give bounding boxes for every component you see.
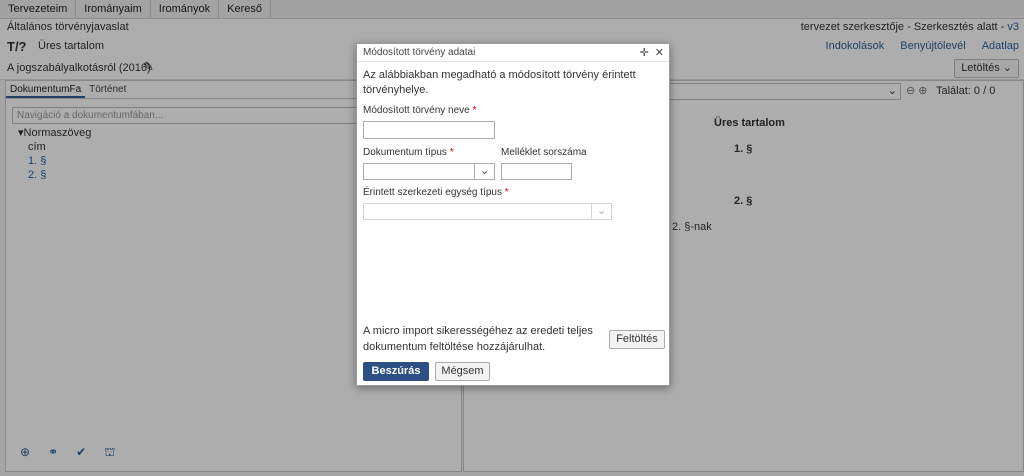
modified-law-dialog: Módosított törvény adatai ✛ ✕ Az alábbia… [356, 43, 670, 386]
chevron-down-icon: ⌄ [591, 204, 611, 219]
annex-label: Melléklet sorszáma [501, 147, 587, 158]
required-mark: * [504, 187, 509, 198]
dialog-header-icons: ✛ ✕ [640, 46, 664, 59]
import-note: A micro import sikerességéhez az eredeti… [363, 325, 593, 353]
doc-type-select[interactable]: ⌄ [363, 163, 495, 180]
cancel-button[interactable]: Mégsem [435, 362, 490, 381]
dialog-header: Módosított törvény adatai ✛ ✕ [357, 44, 669, 62]
dialog-intro: Az alábbiakban megadható a módosított tö… [363, 69, 636, 96]
annex-number-input[interactable] [501, 163, 572, 180]
move-icon[interactable]: ✛ [640, 46, 649, 59]
insert-button[interactable]: Beszúrás [363, 362, 429, 381]
required-mark: * [472, 105, 477, 116]
close-icon[interactable]: ✕ [655, 46, 664, 59]
upload-button[interactable]: Feltöltés [609, 330, 665, 349]
dialog-title: Módosított törvény adatai [363, 47, 476, 58]
chevron-down-icon: ⌄ [474, 164, 494, 179]
law-name-label: Módosított törvény neve * [363, 105, 477, 116]
required-mark: * [449, 147, 454, 158]
doc-type-label: Dokumentum típus * [363, 147, 454, 158]
law-name-input[interactable] [363, 121, 495, 139]
unit-type-select[interactable]: ⌄ [363, 203, 612, 220]
unit-type-label: Érintett szerkezeti egység típus * [363, 187, 509, 198]
